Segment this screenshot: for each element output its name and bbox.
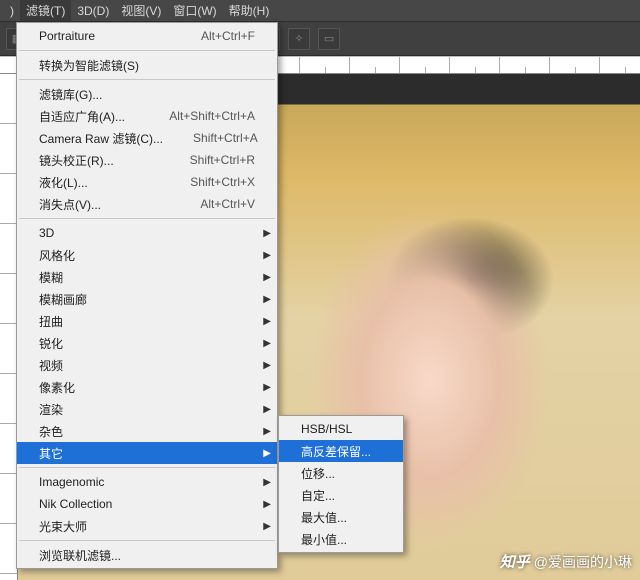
menu-item-label: 其它 <box>39 445 255 462</box>
menu-item[interactable]: 3D ▶ <box>17 222 277 244</box>
menu-item-label: 浏览联机滤镜... <box>39 547 255 564</box>
menu-item-shortcut: Alt+Ctrl+V <box>170 197 255 211</box>
menu-item[interactable]: 风格化 ▶ <box>17 244 277 266</box>
menu-item-label: 模糊画廊 <box>39 291 255 308</box>
submenu-item[interactable]: HSB/HSL <box>279 418 403 440</box>
submenu-item[interactable]: 最小值... <box>279 528 403 550</box>
menu-3d[interactable]: 3D(D) <box>71 0 115 21</box>
menu-item-label: 自定... <box>301 487 381 504</box>
menu-item-label: 最小值... <box>301 531 381 548</box>
tool-icon[interactable]: ✧ <box>288 28 310 50</box>
menubar-partial: ) <box>4 0 20 21</box>
submenu-arrow-icon: ▶ <box>263 316 271 327</box>
menu-item[interactable]: 视频 ▶ <box>17 354 277 376</box>
submenu-arrow-icon: ▶ <box>263 250 271 261</box>
submenu-arrow-icon: ▶ <box>263 499 271 510</box>
menu-separator <box>19 50 275 51</box>
menu-item[interactable]: 滤镜库(G)... <box>17 83 277 105</box>
menu-item[interactable]: 镜头校正(R)...Shift+Ctrl+R <box>17 149 277 171</box>
menu-item[interactable]: 光束大师 ▶ <box>17 515 277 537</box>
menu-item[interactable]: Camera Raw 滤镜(C)...Shift+Ctrl+A <box>17 127 277 149</box>
menu-item[interactable]: 扭曲 ▶ <box>17 310 277 332</box>
menu-item[interactable]: Imagenomic ▶ <box>17 471 277 493</box>
menu-item-shortcut: Alt+Ctrl+F <box>171 29 255 43</box>
watermark: 知乎 @爱画画的小琳 <box>500 551 632 572</box>
menu-separator <box>19 218 275 219</box>
menu-item[interactable]: Nik Collection ▶ <box>17 493 277 515</box>
menu-separator <box>19 540 275 541</box>
submenu-arrow-icon: ▶ <box>263 228 271 239</box>
menu-item-shortcut: Shift+Ctrl+X <box>160 175 255 189</box>
menu-item-shortcut: Shift+Ctrl+A <box>163 131 258 145</box>
submenu-arrow-icon: ▶ <box>263 477 271 488</box>
submenu-arrow-icon: ▶ <box>263 426 271 437</box>
menu-help[interactable]: 帮助(H) <box>223 0 276 21</box>
menu-bar: ) 滤镜(T) 3D(D) 视图(V) 窗口(W) 帮助(H) <box>0 0 640 22</box>
menu-item[interactable]: 液化(L)...Shift+Ctrl+X <box>17 171 277 193</box>
menu-item-label: 液化(L)... <box>39 174 160 191</box>
submenu-arrow-icon: ▶ <box>263 521 271 532</box>
menu-filter[interactable]: 滤镜(T) <box>20 0 71 21</box>
submenu-arrow-icon: ▶ <box>263 338 271 349</box>
menu-item[interactable]: 像素化 ▶ <box>17 376 277 398</box>
submenu-arrow-icon: ▶ <box>263 382 271 393</box>
tool-icon[interactable]: ▭ <box>318 28 340 50</box>
menu-item[interactable]: 模糊画廊 ▶ <box>17 288 277 310</box>
menu-item[interactable]: 其它 ▶ <box>17 442 277 464</box>
menu-item-browse-online[interactable]: 浏览联机滤镜... <box>17 544 277 566</box>
menu-item[interactable]: 自适应广角(A)...Alt+Shift+Ctrl+A <box>17 105 277 127</box>
menu-item-label: 扭曲 <box>39 313 255 330</box>
menu-item-label: 位移... <box>301 465 381 482</box>
submenu-arrow-icon: ▶ <box>263 448 271 459</box>
menu-item-label: 3D <box>39 226 255 240</box>
menu-item-label: 锐化 <box>39 335 255 352</box>
submenu-item[interactable]: 位移... <box>279 462 403 484</box>
menu-item[interactable]: 杂色 ▶ <box>17 420 277 442</box>
menu-item-label: 镜头校正(R)... <box>39 152 160 169</box>
menu-item-label: 渲染 <box>39 401 255 418</box>
menu-item-label: 模糊 <box>39 269 255 286</box>
menu-item-convert-smart[interactable]: 转换为智能滤镜(S) <box>17 54 277 76</box>
menu-item-shortcut: Shift+Ctrl+R <box>160 153 255 167</box>
menu-item-label: 滤镜库(G)... <box>39 86 255 103</box>
submenu-arrow-icon: ▶ <box>263 294 271 305</box>
menu-item-label: 光束大师 <box>39 518 255 535</box>
submenu-item[interactable]: 自定... <box>279 484 403 506</box>
menu-item-label: HSB/HSL <box>301 422 381 436</box>
submenu-arrow-icon: ▶ <box>263 360 271 371</box>
menu-item[interactable]: 锐化 ▶ <box>17 332 277 354</box>
menu-item-label: Nik Collection <box>39 497 255 511</box>
menu-item-shortcut: Alt+Shift+Ctrl+A <box>139 109 255 123</box>
watermark-text: @爱画画的小琳 <box>534 552 632 572</box>
menu-item-label: 风格化 <box>39 247 255 264</box>
menu-item[interactable]: 渲染 ▶ <box>17 398 277 420</box>
menu-item-label: 最大值... <box>301 509 381 526</box>
menu-view[interactable]: 视图(V) <box>115 0 167 21</box>
submenu-item[interactable]: 最大值... <box>279 506 403 528</box>
menu-separator <box>19 79 275 80</box>
menu-item-label: 自适应广角(A)... <box>39 108 139 125</box>
menu-item[interactable]: 消失点(V)...Alt+Ctrl+V <box>17 193 277 215</box>
menu-item-label: Portraiture <box>39 29 171 43</box>
menu-item-label: 杂色 <box>39 423 255 440</box>
submenu-item[interactable]: 高反差保留... <box>279 440 403 462</box>
menu-item-label: 视频 <box>39 357 255 374</box>
other-submenu: HSB/HSL 高反差保留... 位移... 自定... 最大值... 最小值... <box>278 415 404 553</box>
menu-item-label: 消失点(V)... <box>39 196 170 213</box>
menu-item-label: 转换为智能滤镜(S) <box>39 57 255 74</box>
submenu-arrow-icon: ▶ <box>263 404 271 415</box>
menu-separator <box>19 467 275 468</box>
menu-item[interactable]: 模糊 ▶ <box>17 266 277 288</box>
menu-item-label: Imagenomic <box>39 475 255 489</box>
menu-item-label: 像素化 <box>39 379 255 396</box>
menu-item-label: Camera Raw 滤镜(C)... <box>39 130 163 147</box>
menu-item-label: 高反差保留... <box>301 443 381 460</box>
zhihu-logo: 知乎 <box>500 551 530 572</box>
menu-item-last-filter[interactable]: Portraiture Alt+Ctrl+F <box>17 25 277 47</box>
menu-window[interactable]: 窗口(W) <box>167 0 222 21</box>
submenu-arrow-icon: ▶ <box>263 272 271 283</box>
filter-menu: Portraiture Alt+Ctrl+F 转换为智能滤镜(S) 滤镜库(G)… <box>16 22 278 569</box>
